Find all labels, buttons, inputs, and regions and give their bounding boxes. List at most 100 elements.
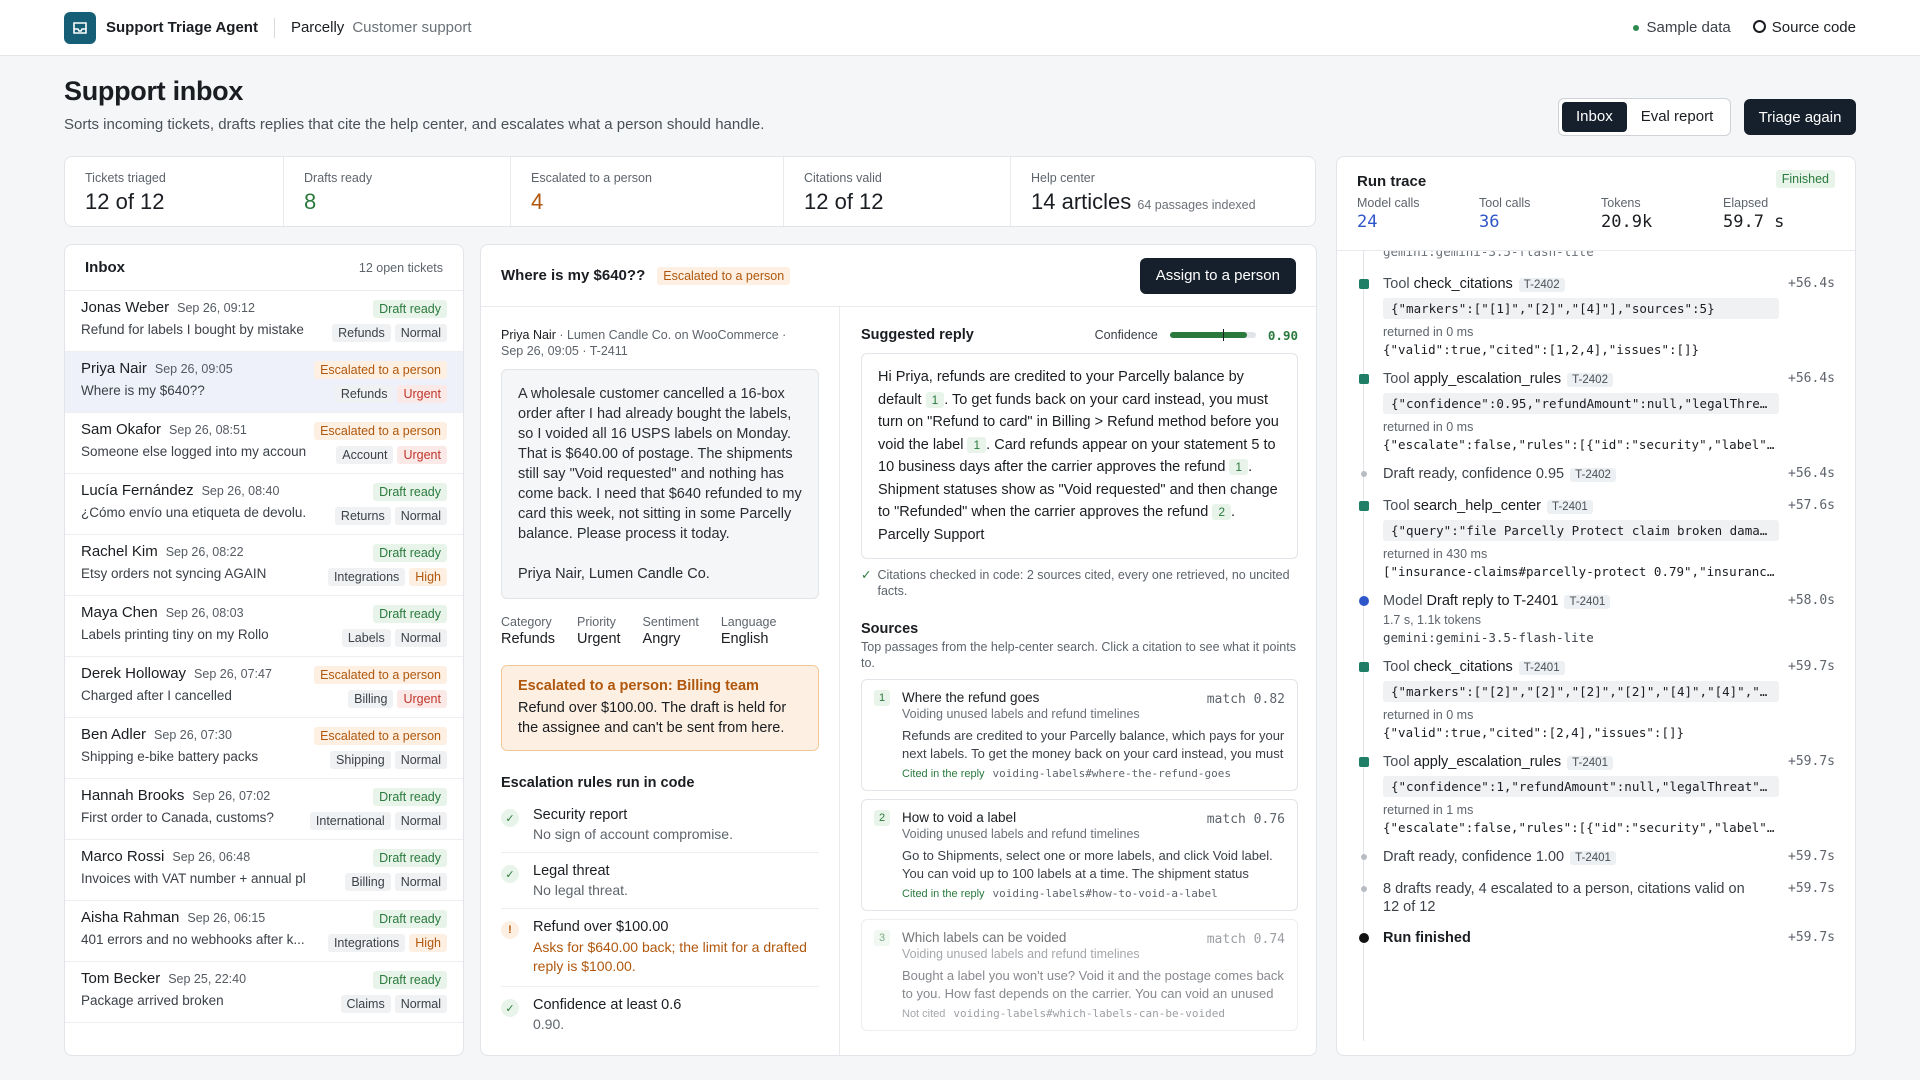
- source-number: 3: [874, 930, 890, 946]
- reply-text: .: [1231, 504, 1236, 520]
- source-doc: Voiding unused labels and refund timelin…: [902, 827, 1140, 841]
- sources-subtitle: Top passages from the help-center search…: [861, 640, 1296, 670]
- priority-badge: Normal: [394, 873, 447, 891]
- ticket-row[interactable]: Derek Holloway Sep 26, 07:47 Charged after…: [65, 657, 463, 718]
- sender-name: Priya Nair: [501, 328, 556, 342]
- source-match: match 0.82: [1206, 692, 1285, 707]
- escalation-rule: ✓ Legal threat No legal threat.: [501, 853, 819, 909]
- ticket-row[interactable]: Hannah Brooks Sep 26, 07:02 First order to…: [65, 779, 463, 840]
- ticket-sender: Marco Rossi: [81, 848, 165, 865]
- ticket-row[interactable]: Ben Adler Sep 26, 07:30 Shipping e-bike ba…: [65, 718, 463, 779]
- source-code-link[interactable]: Source code: [1752, 19, 1856, 36]
- priority-badge: High: [409, 934, 447, 952]
- stat-drafts-ready: Drafts ready 8: [284, 157, 511, 226]
- check-icon: ✓: [501, 865, 519, 883]
- citation-marker[interactable]: 1: [1229, 459, 1249, 475]
- confidence-bar: [1169, 329, 1256, 341]
- ticket-preview: Package arrived broken: [81, 993, 224, 1008]
- citation-check: ✓ Citations checked in code: 2 sources ci…: [861, 567, 1298, 599]
- product-name: Customer support: [352, 19, 472, 36]
- source-match: match 0.76: [1206, 812, 1285, 827]
- rule-detail: No sign of account compromise.: [533, 826, 733, 842]
- source-slug: voiding-labels#how-to-void-a-label: [992, 887, 1218, 900]
- meta-label: Sentiment: [642, 615, 699, 629]
- priority-badge: Normal: [394, 812, 447, 830]
- ticket-row[interactable]: Aisha Rahman Sep 26, 06:15 401 errors and …: [65, 901, 463, 962]
- ticket-tags: Labels Normal: [341, 629, 447, 647]
- page-subtitle: Sorts incoming tickets, drafts replies t…: [64, 116, 765, 133]
- source-text: Bought a label you won't use? Void it an…: [902, 968, 1284, 1001]
- source-card[interactable]: 3 Which labels can be voided match 0.74 Voi…: [861, 919, 1298, 1031]
- tool-icon: [1359, 374, 1369, 384]
- check-icon: ✓: [501, 809, 519, 827]
- ticket-tags: Account Urgent: [336, 446, 447, 464]
- ticket-tags: Integrations High: [327, 568, 447, 586]
- rule-text: Security report No sign of account compro…: [533, 807, 733, 842]
- source-card[interactable]: 1 Where the refund goes match 0.82 Voiding …: [861, 679, 1298, 791]
- source-text: Go to Shipments, select one or more labe…: [902, 848, 1273, 881]
- reply-header: Suggested reply Confidence 0.90: [861, 327, 1298, 343]
- category-badge: Claims: [340, 995, 391, 1013]
- inbox-logo-icon: [64, 11, 96, 44]
- trace-note: Draft ready, confidence 1.00: [1383, 849, 1565, 865]
- ticket-date: Sep 26, 08:51: [169, 423, 247, 437]
- trace-result: {"escalate":false,"rules":[{"id":"securi…: [1383, 437, 1779, 452]
- divider: [273, 17, 275, 38]
- trace-item: Tool search_help_center T-2401 +57.6s {"que…: [1337, 497, 1855, 579]
- trace-ticket-id: T-2401: [1518, 661, 1565, 675]
- trace-result: {"escalate":false,"rules":[{"id":"securi…: [1383, 820, 1779, 835]
- trace-ticket-id: T-2401: [1570, 851, 1616, 865]
- assign-button[interactable]: Assign to a person: [1139, 257, 1296, 294]
- rule-detail: No legal threat.: [533, 882, 628, 898]
- source-card[interactable]: 2 How to void a label match 0.76 Voiding un…: [861, 799, 1298, 911]
- tab-eval-report[interactable]: Eval report: [1627, 102, 1728, 132]
- trace-time: +59.7s: [1788, 659, 1835, 674]
- reply-body[interactable]: Hi Priya, refunds are credited to your P…: [861, 353, 1298, 559]
- citation-marker[interactable]: 1: [967, 436, 987, 453]
- ticket-row[interactable]: Lucía Fernández Sep 26, 08:40 ¿Cómo envío …: [65, 474, 463, 535]
- source-code-label: Source code: [1771, 19, 1856, 36]
- trace-item-head: 8 drafts ready, 4 escalated to a person,…: [1383, 880, 1763, 916]
- priority-badge: Normal: [394, 324, 447, 342]
- rule-title: Legal threat: [533, 863, 610, 879]
- stat-citations-valid: Citations valid 12 of 12: [784, 157, 1011, 226]
- trace-item-head: Tool check_citations T-2401: [1383, 658, 1837, 677]
- trace-time: +56.4s: [1788, 466, 1835, 481]
- ticket-row[interactable]: Rachel Kim Sep 26, 08:22 Etsy orders not s…: [65, 535, 463, 596]
- ticket-date: Sep 26, 06:48: [172, 850, 251, 864]
- category-badge: Integrations: [327, 934, 406, 952]
- ticket-preview: Refund for labels I bought by mistake: [81, 322, 304, 337]
- priority-badge: High: [409, 568, 447, 586]
- ticket-row[interactable]: Tom Becker Sep 25, 22:40 Package arrived b…: [65, 962, 463, 1023]
- ticket-row[interactable]: Jonas Weber Sep 26, 09:12 Refund for label…: [65, 291, 463, 352]
- trace-note: Run finished: [1383, 930, 1471, 946]
- category-badge: Billing: [348, 690, 394, 708]
- sources-title: Sources: [861, 621, 919, 637]
- trace-name: search_help_center: [1409, 498, 1542, 514]
- category-badge: Shipping: [330, 751, 391, 769]
- ticket-row[interactable]: Maya Chen Sep 26, 08:03 Labels printing ti…: [65, 596, 463, 657]
- ticket-date: Sep 26, 08:22: [165, 545, 244, 559]
- triage-again-button[interactable]: Triage again: [1744, 99, 1856, 135]
- inbox-header: Inbox 12 open tickets: [65, 245, 463, 291]
- ticket-preview: Invoices with VAT number + annual plan: [81, 871, 306, 886]
- citation-marker[interactable]: 2: [1212, 504, 1232, 520]
- ticket-row[interactable]: Marco Rossi Sep 26, 06:48 Invoices with VA…: [65, 840, 463, 901]
- trace-kind: Tool: [1383, 659, 1410, 675]
- ticket-preview: Shipping e-bike battery packs: [81, 749, 259, 764]
- ticket-row[interactable]: Sam Okafor Sep 26, 08:51 Someone else logg…: [65, 413, 463, 474]
- category-badge: Integrations: [327, 568, 406, 586]
- ticket-tags: International Normal: [309, 812, 447, 830]
- priority-badge: Urgent: [397, 690, 447, 708]
- escalation-notice: Escalated to a person: Billing team Refu…: [501, 665, 819, 751]
- trace-item-head: Draft ready, confidence 0.95 T-2402: [1383, 465, 1837, 484]
- ticket-row[interactable]: Priya Nair Sep 26, 09:05 Where is my $640?…: [65, 352, 463, 413]
- reply-column: Suggested reply Confidence 0.90 Hi Priya…: [861, 307, 1298, 1055]
- check-icon: ✓: [861, 568, 872, 582]
- source-footer: Cited in the reply voiding-labels#where-t…: [902, 767, 1285, 780]
- meta-label: Language: [720, 615, 777, 629]
- tab-inbox[interactable]: Inbox: [1562, 102, 1627, 132]
- ticket-tags: Refunds Normal: [332, 324, 447, 342]
- citation-marker[interactable]: 1: [925, 391, 945, 408]
- ticket-subject: Where is my $640??: [501, 267, 646, 284]
